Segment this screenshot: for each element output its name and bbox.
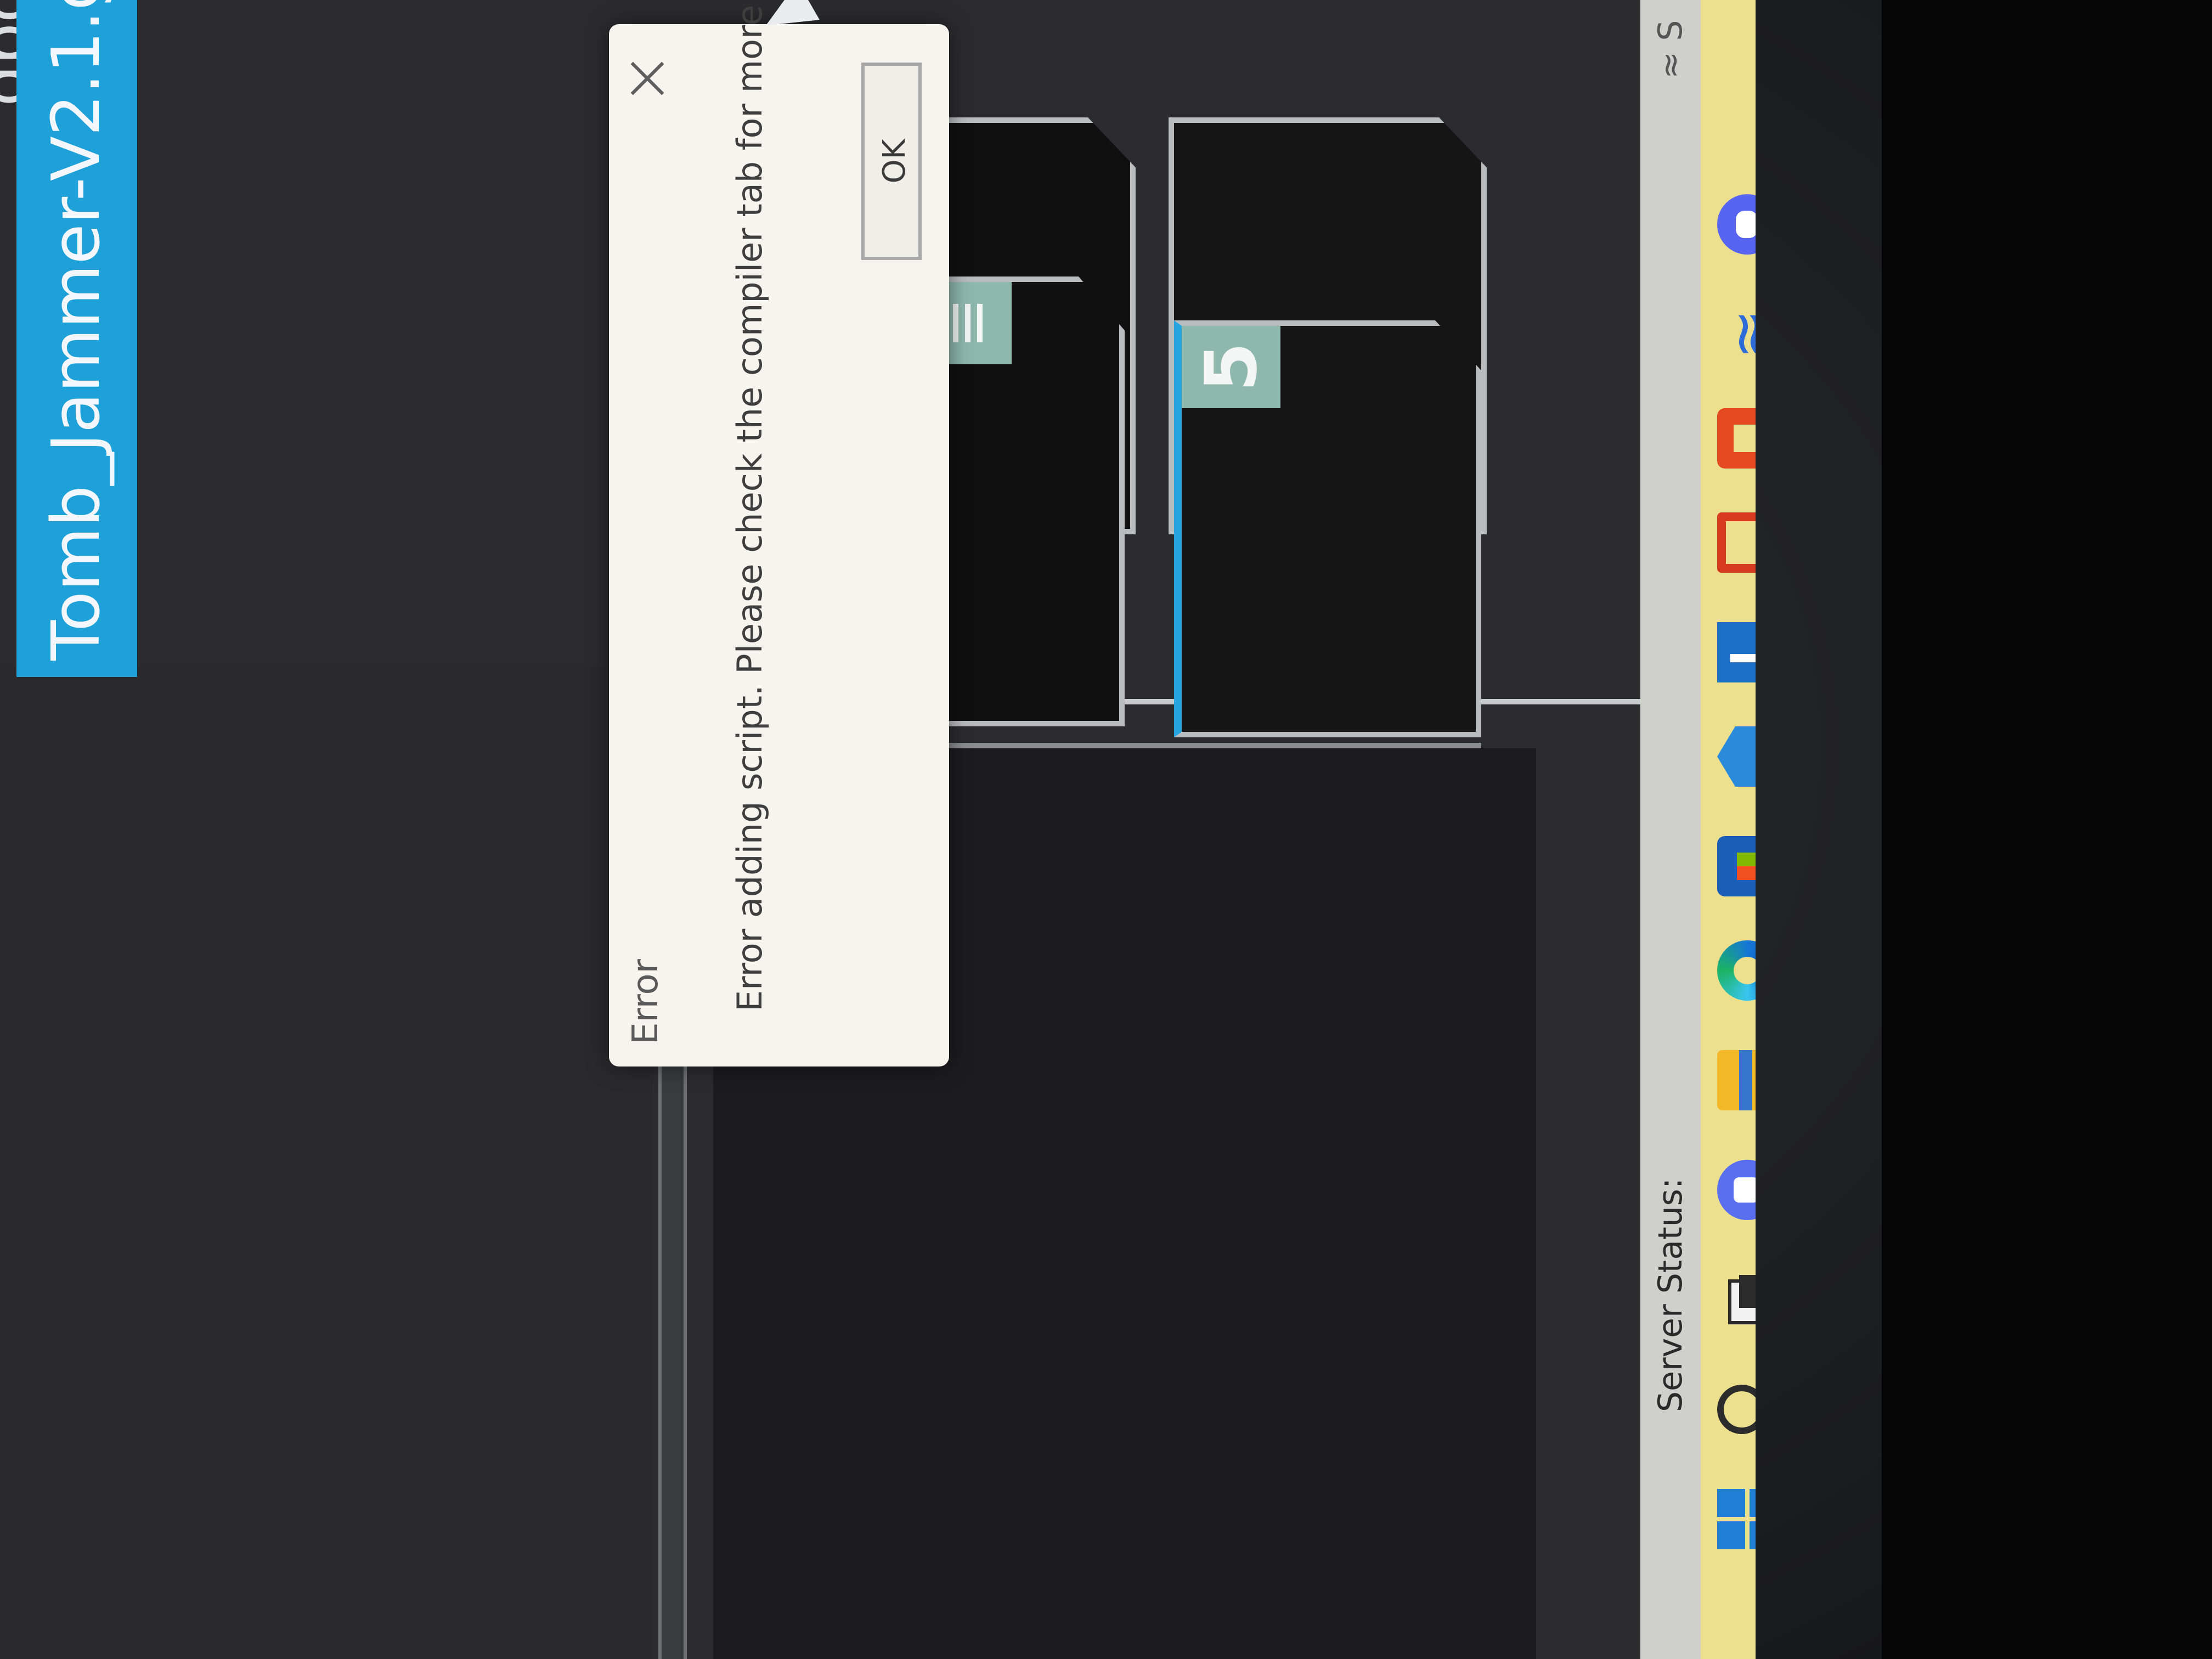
close-icon[interactable] [625,57,669,101]
memory-slot-5[interactable]: 5 [1174,320,1481,737]
error-dialog: Error Error adding script. Please check … [609,0,949,1066]
windows-start-icon[interactable] [1717,1489,1756,1549]
taskbar: L ≈ [1701,0,1756,1659]
status-bar: Server Status: ≈ S [1640,0,1701,1659]
file-explorer-icon[interactable] [1717,1050,1756,1110]
store-icon[interactable] [1717,836,1756,896]
task-view-icon[interactable] [1717,1269,1756,1330]
script-list: gpc Tomb_Jammer-V2.1.gpc [0,0,143,1659]
wave-app-icon[interactable]: ≈ [1712,304,1756,364]
discord-icon[interactable] [1717,194,1756,255]
server-status-label: Server Status: [1651,1177,1690,1412]
bezel-edge [1882,0,2212,1659]
script-list-item-selected[interactable]: Tomb_Jammer-V2.1.gpc [16,0,137,677]
search-icon[interactable] [1717,1385,1756,1434]
red-app-icon[interactable] [1717,512,1756,573]
tray-app-icon[interactable]: ≈ S [1651,20,1690,79]
office-icon[interactable] [1717,408,1756,469]
chat-icon[interactable] [1717,1160,1756,1220]
slot-number-badge: 5 [1182,326,1280,408]
edge-icon[interactable] [1717,940,1756,1001]
photo-frame: gpc Tomb_Jammer-V2.1.gpc 1 5 Error Error… [0,0,2212,1659]
mail-icon[interactable] [1717,726,1756,787]
dialog-title: Error [625,959,666,1045]
l-app-icon[interactable]: L [1717,622,1756,682]
monitor-screen: gpc Tomb_Jammer-V2.1.gpc 1 5 Error Error… [0,0,1756,1659]
dialog-message: Error adding script. Please check the co… [730,0,770,1012]
ok-button[interactable]: OK [861,63,922,260]
